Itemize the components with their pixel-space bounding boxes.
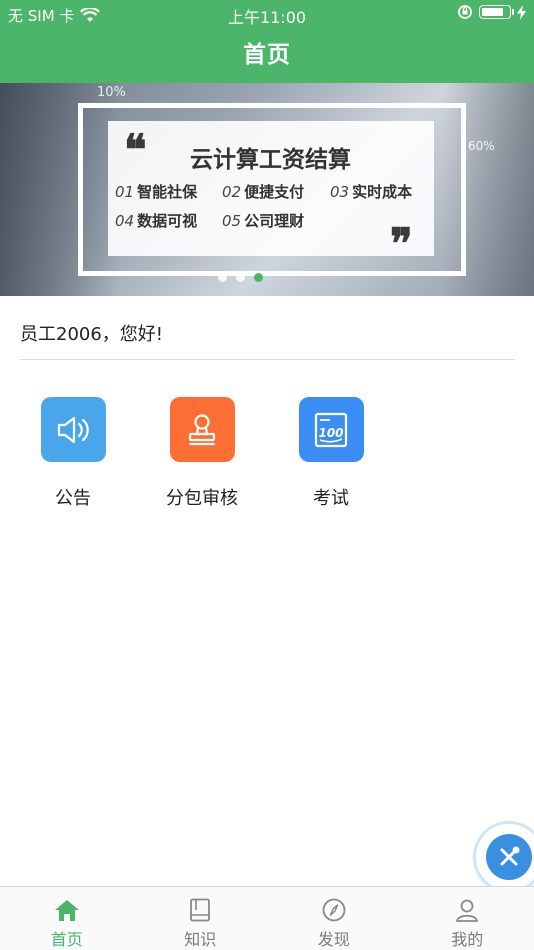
home-icon [54, 900, 79, 921]
quote-open-icon: ❝ [124, 125, 147, 174]
status-right [457, 4, 526, 20]
page-title: 首页 [243, 42, 291, 68]
tools-icon [500, 846, 520, 866]
menu-item-subcontract-review[interactable]: 分包审核 [137, 397, 267, 510]
header: 无 SIM 卡 上午11:00 首页 [0, 0, 534, 83]
user-icon [456, 899, 479, 922]
tab-label: 发现 [317, 930, 350, 949]
feature-label: 智能社保 [137, 183, 198, 201]
menu-icon-bg: 100 [298, 397, 364, 462]
battery-icon [479, 5, 514, 19]
status-time: 上午11:00 [227, 8, 307, 27]
feature-label: 便捷支付 [244, 183, 305, 201]
menu-icon-bg [40, 397, 106, 462]
carousel-dot[interactable] [218, 273, 227, 282]
tab-knowledge[interactable]: 知识 [134, 887, 268, 950]
menu-label: 公告 [55, 488, 91, 509]
greeting-text: 员工2006，您好! [20, 324, 164, 345]
orientation-lock-icon [458, 5, 472, 19]
feature-label: 实时成本 [352, 183, 413, 201]
banner-bg-text-1: 10% [97, 85, 126, 100]
feature-label: 公司理财 [244, 212, 305, 230]
tab-label: 我的 [451, 930, 484, 949]
feature-num: 05 [222, 212, 242, 230]
carousel-dot[interactable] [236, 273, 245, 282]
menu-item-exam[interactable]: 100 考试 [266, 397, 396, 510]
menu-item-announcement[interactable]: 公告 [8, 397, 138, 510]
carousel-dot-active[interactable] [254, 273, 263, 282]
banner-carousel[interactable]: 10% 60% ❝ 云计算工资结算 01 智能社保 02 便捷支付 03 实时成本 0… [0, 83, 534, 296]
banner-feature: 02 便捷支付 [222, 181, 304, 202]
banner-feature: 03 实时成本 [330, 181, 412, 202]
tab-label: 知识 [184, 930, 217, 949]
banner-bg-text-2: 60% [468, 139, 495, 153]
speaker-icon [57, 416, 89, 443]
feature-num: 03 [330, 183, 350, 201]
banner-feature: 04 数据可视 [115, 210, 197, 231]
book-icon [190, 898, 211, 922]
tab-bar: 首页 知识 发现 我的 [0, 886, 534, 950]
stamp-icon [188, 413, 216, 445]
tab-mine[interactable]: 我的 [401, 887, 534, 950]
menu-label: 考试 [313, 488, 349, 509]
menu-label: 分包审核 [166, 488, 238, 509]
tab-label: 首页 [50, 930, 83, 949]
banner-feature: 01 智能社保 [115, 181, 197, 202]
tab-home[interactable]: 首页 [0, 887, 134, 950]
divider [20, 359, 515, 360]
app-root: 无 SIM 卡 上午11:00 首页 10% 60% ❝ 云计算工资结算 01 … [0, 0, 534, 950]
feature-label: 数据可视 [137, 212, 198, 230]
quote-close-icon: ❞ [390, 219, 413, 268]
exam-score-icon: 100 [314, 412, 348, 447]
floating-tools-button[interactable] [476, 824, 534, 890]
feature-num: 01 [115, 183, 135, 201]
feature-num: 02 [222, 183, 242, 201]
floating-button-inner [486, 834, 532, 880]
svg-text:100: 100 [318, 426, 343, 440]
feature-num: 04 [115, 212, 135, 230]
tab-discover[interactable]: 发现 [267, 887, 401, 950]
menu-icon-bg [169, 397, 235, 462]
banner-title: 云计算工资结算 [190, 147, 351, 173]
charging-bolt-icon [517, 4, 526, 20]
compass-icon [322, 898, 346, 922]
carousel-dots [218, 273, 263, 282]
status-bar: 无 SIM 卡 上午11:00 [0, 0, 534, 28]
banner-feature: 05 公司理财 [222, 210, 304, 231]
